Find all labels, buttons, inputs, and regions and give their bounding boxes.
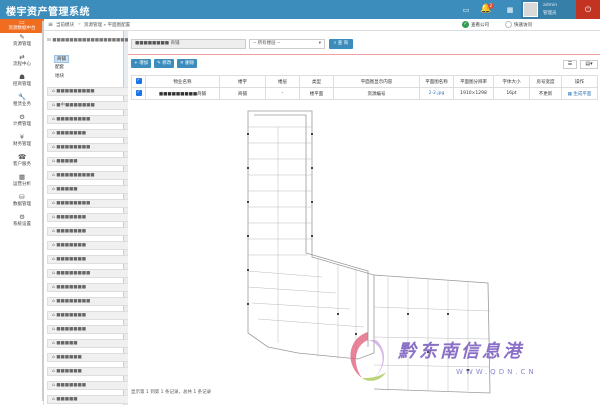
power-icon[interactable]: ⏻ [576, 0, 600, 19]
col-header[interactable]: 楼层 [265, 75, 300, 88]
sidebar-item-leasing[interactable]: ☗ 招商管理 [0, 73, 44, 93]
generate-plan-link[interactable]: ▦ 生成平面 [561, 87, 598, 100]
breadcrumb-separator: » [78, 22, 81, 27]
watermark-url: WWW.QDN.CN [456, 368, 537, 376]
row-checkbox[interactable]: ✓ [131, 87, 146, 100]
app-title: 楼宇资产管理系统 [6, 7, 90, 18]
top-bar: 楼宇资产管理系统 ▭ 🔔 2 ▦ admin 管理员 ⏻ [0, 0, 600, 19]
delete-button[interactable]: ✕ 删除 [177, 59, 198, 68]
sidebar-item-rental[interactable]: 🔧 租赁业务 [0, 93, 44, 113]
wrench-icon: 🔧 [17, 93, 27, 101]
col-header[interactable]: 操作 [561, 75, 598, 88]
toggle-view-company[interactable]: ✓ 查看公司 [462, 21, 489, 28]
breadcrumb-module[interactable]: 当前模块 [56, 22, 74, 28]
tree-subitem-land[interactable]: 地块 [55, 73, 64, 79]
sidebar-item-resources[interactable]: ✎ 资源管理 [0, 33, 44, 53]
watermark-text: 黔东南信息港 [398, 341, 524, 362]
table-header-row: ✓ 物业名称 楼宇 楼层 类型 平面图显示内容 平面图名称 平面图分辨率 字体大… [131, 75, 598, 88]
sidebar-item-home[interactable]: ▭ 资源数据中台 [0, 19, 44, 33]
yen-icon: ¥ [19, 133, 25, 141]
col-header[interactable]: 楼宇 [219, 75, 266, 88]
breadcrumb-current: 资源管理 » 平面图配置 [84, 23, 131, 28]
data-table: ✓ 物业名称 楼宇 楼层 类型 平面图显示内容 平面图名称 平面图分辨率 字体大… [131, 75, 598, 100]
avatar [523, 2, 538, 17]
pagination-info: 显示第 1 到第 1 条记录，总共 1 条记录 [131, 390, 212, 395]
cell-building: 商铺 [219, 87, 266, 100]
user-menu[interactable]: admin 管理员 [521, 0, 576, 19]
cell-display: 资源编号 [333, 87, 420, 100]
radio-icon [505, 21, 512, 28]
col-header[interactable]: 平面图名称 [419, 75, 454, 88]
cell-property: ■■■■■■■■■商铺 [145, 87, 220, 100]
edit-button[interactable]: ✎ 修改 [154, 59, 175, 68]
sidebar: ▭ 资源数据中台 ✎ 资源管理 ⇄ 流程中心 ☗ 招商管理 🔧 租赁业务 ⚙ 计费管理 ¥… [0, 19, 44, 405]
divider [128, 54, 600, 55]
dashboard-icon: ⚙ [19, 113, 25, 121]
sidebar-item-data[interactable]: ⛁ 数据管理 [0, 193, 44, 213]
list-view-icon[interactable]: ☰ [563, 60, 577, 69]
bar-chart-icon: ▦ [18, 173, 26, 181]
sidebar-item-analytics[interactable]: ▦ 运营分析 [0, 173, 44, 193]
gears-icon: ⚙ [19, 213, 25, 221]
tree-subitem-facilities[interactable]: 配套 [55, 64, 64, 70]
search-input[interactable]: ■■■■■■■■ 商铺 [131, 39, 246, 49]
col-header[interactable]: 类型 [299, 75, 334, 88]
chevron-down-icon: ▾ [318, 41, 321, 46]
monitor-icon: ▭ [19, 19, 25, 26]
sidebar-item-workflow[interactable]: ⇄ 流程中心 [0, 53, 44, 73]
sidebar-item-billing[interactable]: ⚙ 计费管理 [0, 113, 44, 133]
col-header[interactable]: 平面图分辨率 [453, 75, 494, 88]
property-tree: ⊟ ■■■■■■■■■■■■■■■■■■■■ 商铺 配套 地块 ⌂ ■■■■■■… [44, 31, 168, 405]
table-row[interactable]: ✓ ■■■■■■■■■商铺 商铺 - 楼平面 资源编号 2-2.jpg 1910… [131, 87, 598, 100]
col-header[interactable]: 平面图显示内容 [333, 75, 420, 88]
cell-filename-link[interactable]: 2-2.jpg [419, 87, 454, 100]
sidebar-item-finance[interactable]: ¥ 财务管理 [0, 133, 44, 153]
add-button[interactable]: + 增加 [131, 59, 152, 68]
columns-icon[interactable]: ▤▾ [580, 60, 598, 69]
tree-root-node[interactable]: ⊟ ■■■■■■■■■■■■■■■■■■■■ [47, 38, 137, 43]
grid-icon[interactable]: ▦ [500, 0, 520, 19]
notification-badge: 2 [488, 3, 494, 9]
check-icon: ✓ [462, 21, 469, 28]
tree-subitem-shops[interactable]: 商铺 [54, 55, 69, 63]
cell-room-width: 不更新 [529, 87, 562, 100]
search-button[interactable]: ⌕ 查 询 [329, 39, 353, 49]
sidebar-item-settings[interactable]: ⚙ 系统设置 [0, 213, 44, 233]
select-all-checkbox[interactable]: ✓ [131, 75, 146, 88]
col-header[interactable]: 物业名称 [145, 75, 220, 88]
user-name: admin [543, 3, 558, 8]
toggle-quick-access[interactable]: 快速访问 [505, 21, 532, 28]
list-icon: ≡ [48, 21, 54, 28]
cell-font-size: 16pt [493, 87, 530, 100]
phone-icon: ☎ [17, 153, 27, 161]
cell-floor: - [265, 87, 300, 100]
breadcrumb: ≡ 当前模块 » 资源管理 » 平面图配置 ✓ 查看公司 快速访问 [44, 19, 600, 31]
cell-resolution: 1910×1298 [453, 87, 494, 100]
watermark: 黔东南信息港 WWW.QDN.CN [340, 328, 600, 388]
user-role: 管理员 [543, 11, 557, 16]
home-icon: ☗ [19, 73, 25, 81]
monitor-icon[interactable]: ▭ [456, 0, 476, 19]
shuffle-icon: ⇄ [19, 53, 25, 61]
watermark-logo [350, 332, 386, 381]
floor-select[interactable]: -- 所有楼层 -- ▾ [249, 39, 325, 49]
col-header[interactable]: 房号宽度 [529, 75, 562, 88]
sidebar-item-customer[interactable]: ☎ 客户服务 [0, 153, 44, 173]
cell-type: 楼平面 [299, 87, 334, 100]
edit-icon: ✎ [19, 33, 25, 41]
database-icon: ⛁ [19, 193, 25, 201]
col-header[interactable]: 字体大小 [493, 75, 530, 88]
